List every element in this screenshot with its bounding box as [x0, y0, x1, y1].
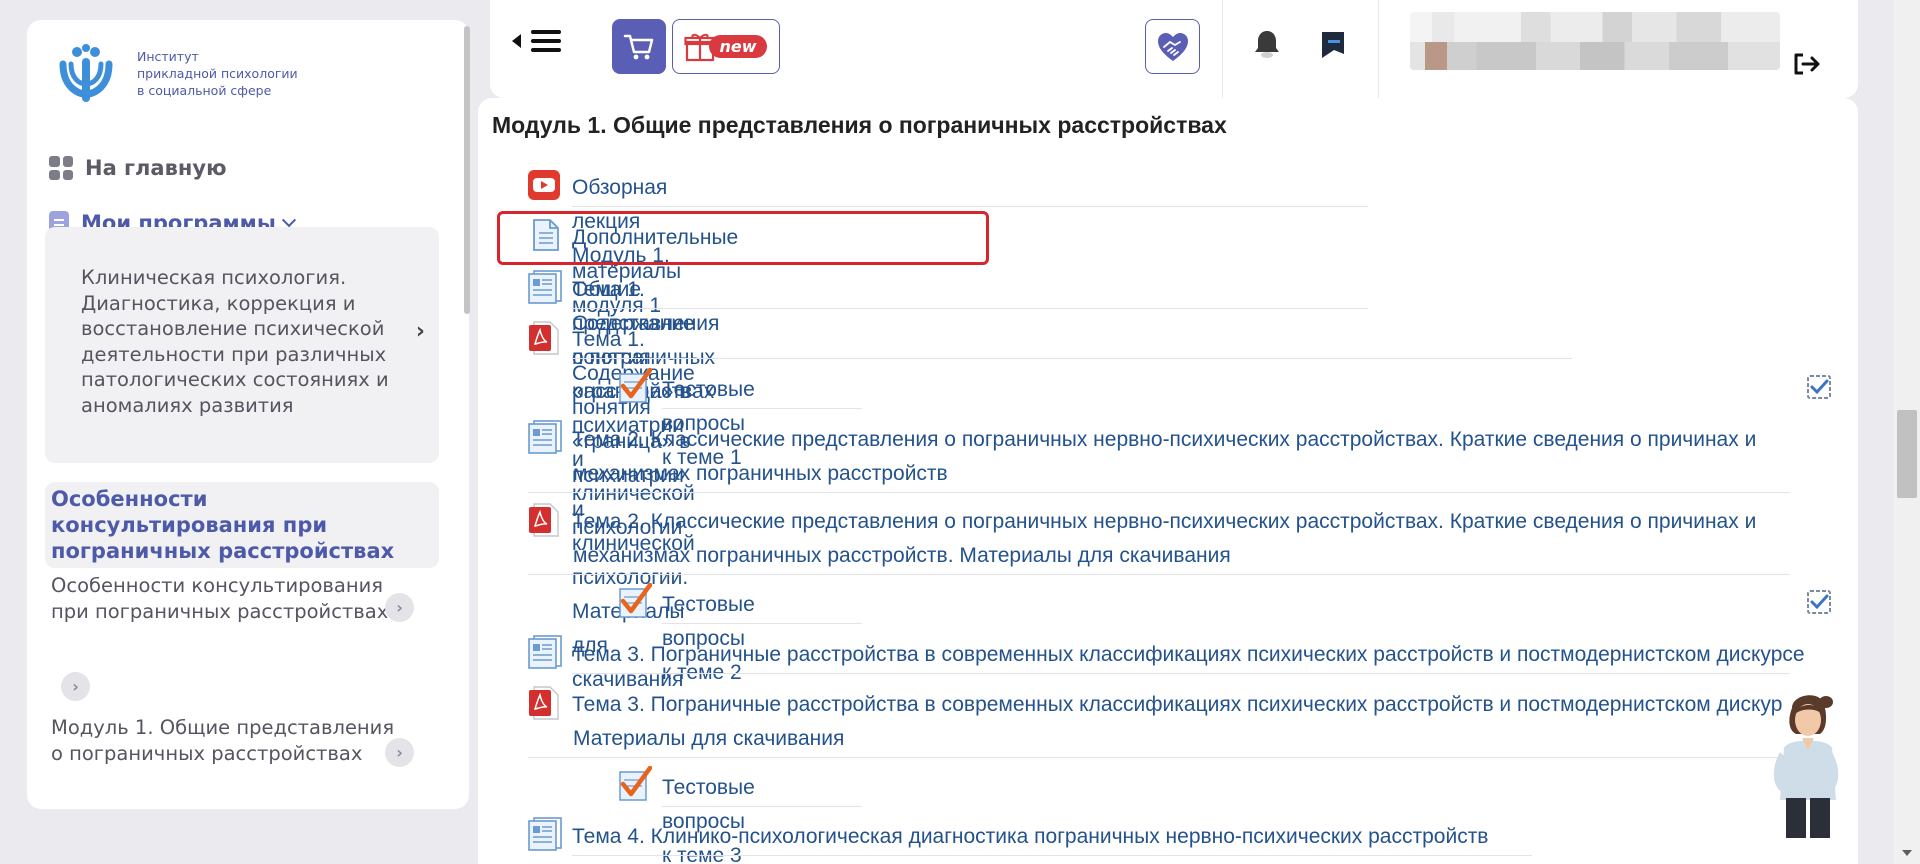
institute-logo[interactable]: Институт прикладной психологии в социаль…: [55, 42, 327, 104]
divider: [572, 206, 1368, 207]
chevron-right-icon[interactable]: ›: [61, 672, 90, 701]
caret-left-icon: [512, 34, 521, 48]
logo-line: прикладной психологии: [137, 65, 298, 81]
chevron-right-icon[interactable]: ›: [385, 593, 414, 622]
sidebar-item-module-1[interactable]: Модуль 1. Общие представления о погранич…: [51, 715, 411, 766]
activity-link[interactable]: механизмах пограничных расстройств. Мате…: [573, 539, 1231, 573]
page-scrollbar-thumb[interactable]: [1897, 410, 1917, 498]
completion-check-icon[interactable]: [1806, 374, 1832, 400]
divider: [528, 492, 1790, 493]
cart-icon: [623, 34, 654, 59]
sidebar: Институт прикладной психологии в социаль…: [27, 20, 469, 809]
divider: [662, 623, 862, 624]
support-button[interactable]: [1145, 19, 1200, 74]
program-title: Клиническая психология. Диагностика, кор…: [81, 266, 389, 417]
chevron-down-icon: [281, 213, 296, 228]
activity-link[interactable]: Тема 3. Пограничные расстройства в совре…: [572, 688, 1782, 722]
page-icon: [528, 635, 562, 669]
divider: [572, 358, 1572, 359]
activity-link[interactable]: механизмах пограничных расстройств: [573, 457, 948, 491]
completion-check-icon[interactable]: [1806, 589, 1832, 615]
highlight-box: [497, 211, 989, 265]
heart-handshake-icon: [1157, 32, 1188, 61]
nav-home-label: На главную: [85, 156, 227, 180]
program-card[interactable]: Клиническая психология. Диагностика, кор…: [45, 227, 439, 463]
page-icon: [528, 817, 562, 851]
top-bar: new: [490, 0, 1858, 98]
logout-icon[interactable]: [1792, 52, 1822, 76]
logo-line: Институт: [137, 48, 199, 64]
activity-link[interactable]: Тема 4. Клинико-психологическая диагност…: [572, 820, 1488, 854]
sidebar-item-course[interactable]: Особенности консультирования при пограни…: [51, 573, 411, 624]
divider: [1378, 0, 1379, 98]
pdf-icon: [529, 686, 559, 720]
activity-link[interactable]: Тема 2. Классические представления о пог…: [572, 423, 1756, 457]
activity-link[interactable]: Тема 3. Пограничные расстройства в совре…: [572, 638, 1805, 672]
divider: [572, 673, 1790, 674]
pdf-icon: [529, 321, 559, 355]
quiz-icon: [619, 766, 652, 801]
bookmark-icon[interactable]: [1320, 30, 1346, 60]
divider: [662, 806, 862, 807]
chevron-right-icon: ›: [415, 319, 425, 344]
divider: [528, 574, 1790, 575]
pdf-icon: [529, 503, 559, 537]
module-title: Модуль 1. Общие представления о погранич…: [492, 112, 1227, 138]
course-content: Модуль 1. Общие представления о погранич…: [478, 98, 1858, 864]
divider: [662, 408, 862, 409]
course-active-label: Особенности консультирования при пограни…: [51, 487, 395, 563]
logo-text: Институт прикладной психологии в социаль…: [137, 48, 327, 99]
assistant-avatar[interactable]: [1762, 690, 1850, 840]
divider: [528, 757, 1790, 758]
activity-link[interactable]: Материалы для скачивания: [573, 722, 844, 756]
divider: [572, 855, 1532, 856]
page-scrollbar[interactable]: [1894, 0, 1920, 864]
quiz-icon: [619, 583, 652, 618]
divider: [1222, 0, 1223, 98]
activity-link[interactable]: Тема 2. Классические представления о пог…: [572, 505, 1756, 539]
file-icon: [533, 219, 559, 251]
page-icon: [528, 270, 562, 304]
hamburger-icon: [531, 30, 561, 52]
page-icon: [528, 420, 562, 454]
youtube-icon: [528, 170, 560, 200]
nav-home[interactable]: На главную: [49, 156, 226, 180]
logo-line: в социальной сфере: [137, 82, 272, 98]
course-active[interactable]: Особенности консультирования при пограни…: [45, 482, 439, 568]
sidebar-scrollbar[interactable]: [464, 26, 470, 314]
cart-button[interactable]: [612, 19, 666, 74]
quiz-icon: [619, 368, 652, 403]
scroll-down-arrow-icon[interactable]: [1902, 850, 1912, 856]
user-profile[interactable]: [1410, 12, 1780, 70]
chevron-right-icon[interactable]: ›: [385, 738, 414, 767]
dashboard-icon: [49, 156, 73, 180]
menu-toggle-button[interactable]: [512, 30, 561, 52]
logo-icon: [59, 44, 113, 102]
new-badge: new: [709, 35, 767, 58]
bell-icon[interactable]: [1252, 28, 1282, 60]
divider: [572, 308, 1368, 309]
gift-button[interactable]: new: [672, 19, 780, 74]
